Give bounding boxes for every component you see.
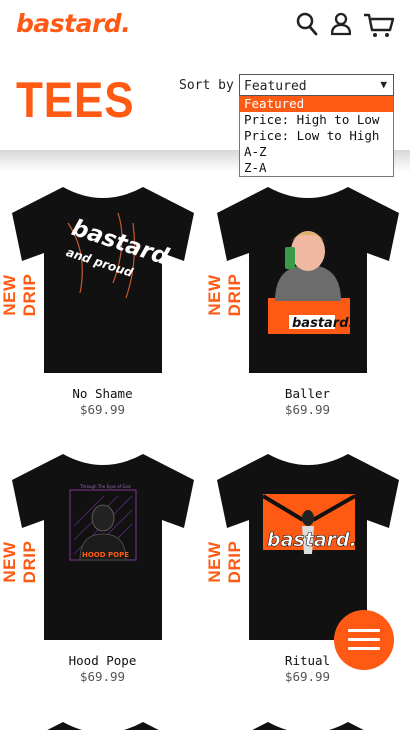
print-subtext: Through The Eyes of God [79, 484, 131, 489]
sort-options-list: Featured Price: High to Low Price: Low t… [239, 96, 394, 177]
new-drip-badge: NEW DRIP [0, 540, 39, 584]
product-price: $69.99 [79, 402, 126, 417]
new-drip-badge: NEW DRIP [205, 540, 244, 584]
account-icon[interactable] [331, 12, 351, 36]
brand-logo[interactable]: bastard. [16, 9, 131, 38]
product-card[interactable]: bastard and proud NEW DRIP No Shame $69.… [0, 175, 205, 425]
sort-selected-value: Featured [244, 79, 307, 94]
product-name[interactable]: No Shame [0, 386, 205, 401]
product-name[interactable]: Baller [205, 386, 410, 401]
collection-header: TEES Sort by Featured ▼ Featured Price: … [0, 52, 410, 177]
sort-option-featured[interactable]: Featured [240, 96, 393, 112]
print-text: bastard. [267, 529, 357, 551]
sort-option-price-low-high[interactable]: Price: Low to High [240, 128, 393, 144]
site-header: bastard. [0, 0, 410, 52]
tee-image-partial [252, 722, 364, 730]
product-price: $69.99 [79, 669, 126, 684]
new-drip-badge: NEW DRIP [205, 273, 244, 317]
hamburger-icon [348, 629, 380, 632]
new-drip-badge: NEW DRIP [0, 273, 39, 317]
product-price: $69.99 [284, 402, 331, 417]
sort-label: Sort by [179, 78, 234, 93]
product-card[interactable]: bastard. NEW DRIP Baller $69.99 [205, 175, 410, 425]
cart-icon[interactable] [363, 12, 395, 38]
sort-option-z-a[interactable]: Z-A [240, 160, 393, 176]
search-icon[interactable] [296, 12, 318, 36]
sort-select[interactable]: Featured ▼ [239, 74, 394, 96]
dropdown-arrow-icon: ▼ [380, 78, 387, 91]
print-text: HOOD POPE [82, 551, 129, 559]
product-name[interactable]: Hood Pope [0, 653, 205, 668]
print-text: bastard. [292, 316, 353, 331]
sort-option-price-high-low[interactable]: Price: High to Low [240, 112, 393, 128]
sort-option-a-z[interactable]: A-Z [240, 144, 393, 160]
hamburger-menu-button[interactable] [334, 610, 394, 670]
page-title: TEES [16, 72, 135, 128]
product-card[interactable]: Through The Eyes of God HOOD POPE NEW DR… [0, 442, 205, 692]
product-price: $69.99 [284, 669, 331, 684]
tee-image-partial [47, 722, 159, 730]
